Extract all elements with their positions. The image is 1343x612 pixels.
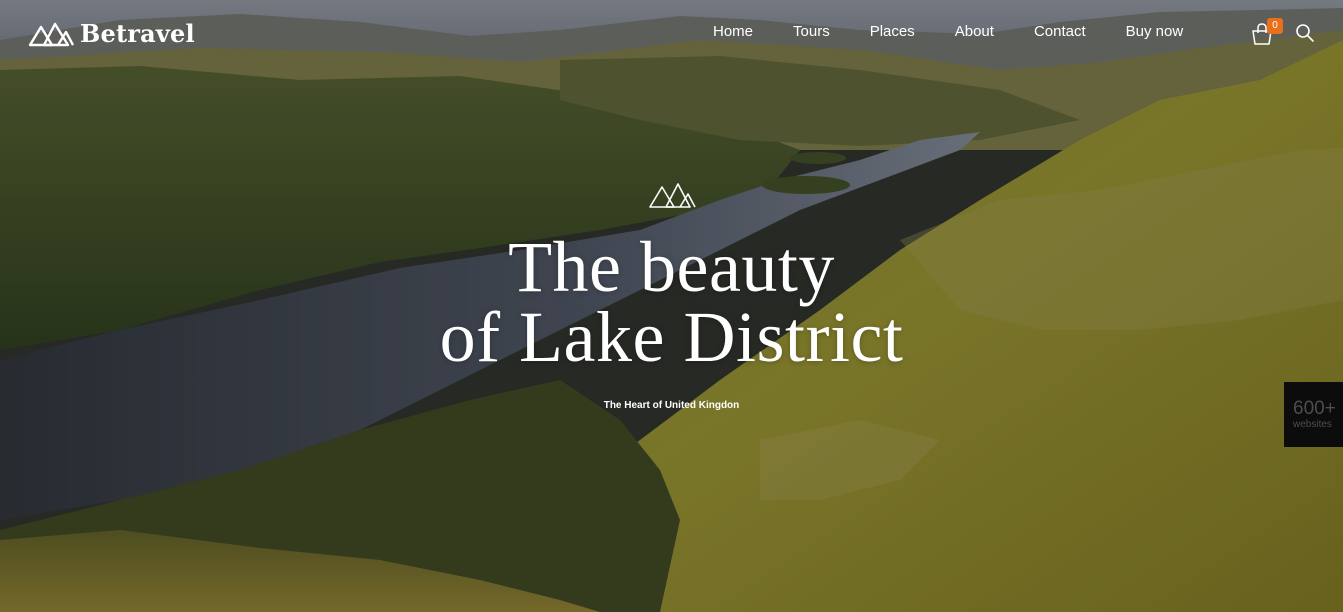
hero-title: The beauty of Lake District — [0, 227, 1343, 377]
hero-content: The beauty of Lake District The Heart of… — [0, 180, 1343, 411]
logo-text: Betravel — [80, 19, 195, 48]
cart-count-badge: 0 — [1267, 18, 1283, 34]
nav-item-tours[interactable]: Tours — [773, 22, 850, 42]
hero-subtitle: The Heart of United Kingdon — [603, 400, 740, 411]
mountains-icon — [28, 22, 74, 46]
nav-item-places[interactable]: Places — [850, 22, 935, 42]
promo-count: 600+ — [1293, 398, 1336, 419]
nav-item-home[interactable]: Home — [693, 22, 773, 42]
nav-item-about[interactable]: About — [935, 22, 1014, 42]
search-icon — [1296, 24, 1314, 42]
promo-label: websites — [1293, 419, 1332, 430]
nav-item-buy-now[interactable]: Buy now — [1106, 22, 1204, 42]
hero-title-line-1: The beauty — [508, 227, 835, 307]
mountains-icon — [648, 183, 696, 208]
main-nav: Home Tours Places About Contact Buy now — [693, 22, 1203, 42]
search-button[interactable] — [1295, 23, 1315, 43]
site-logo[interactable]: Betravel — [28, 19, 195, 48]
cart-button[interactable]: 0 — [1250, 18, 1283, 46]
websites-promo-badge[interactable]: 600+ websites — [1284, 382, 1343, 447]
nav-item-contact[interactable]: Contact — [1014, 22, 1106, 42]
site-header: Betravel Home Tours Places About Contact… — [0, 0, 1343, 70]
hero-title-line-2: of Lake District — [439, 297, 904, 377]
